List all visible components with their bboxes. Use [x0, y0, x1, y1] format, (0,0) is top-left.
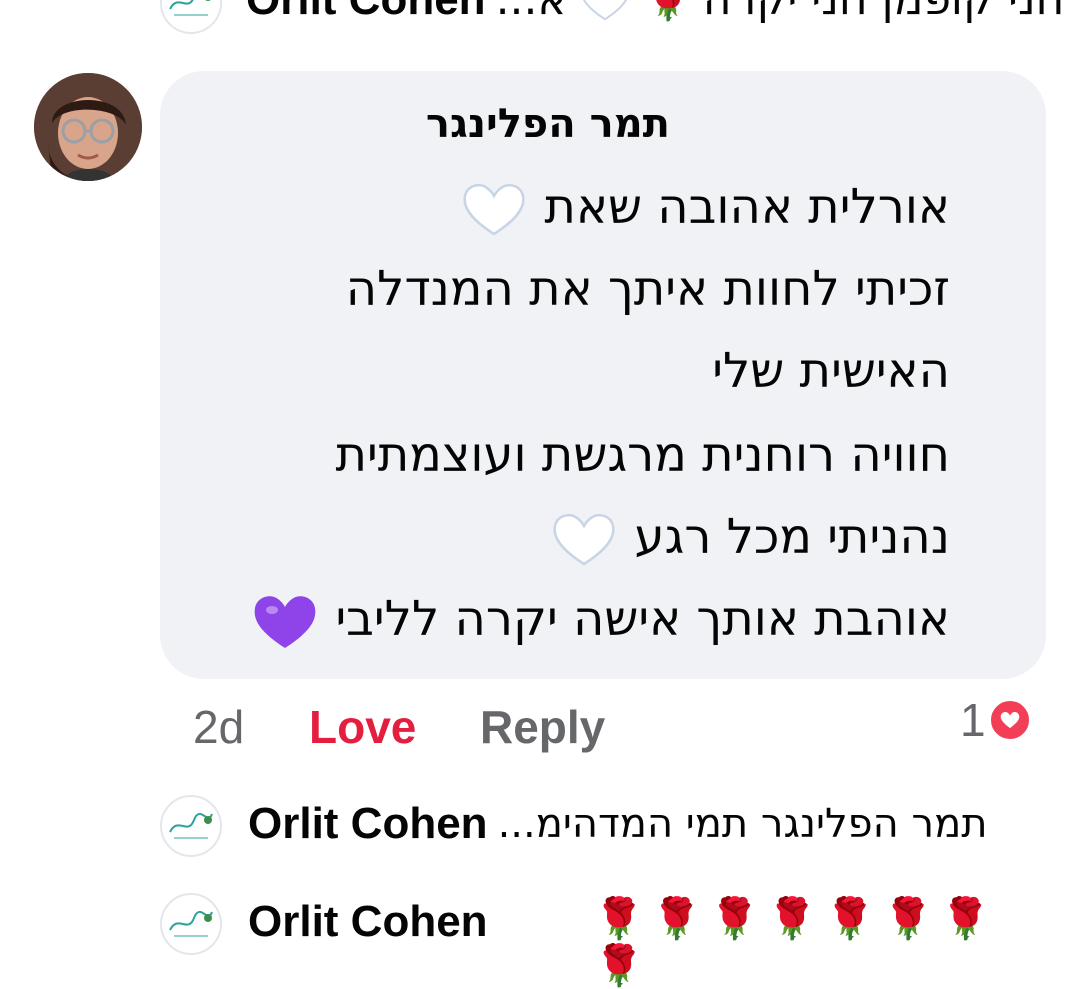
- orlit-logo-icon: [169, 911, 213, 937]
- reply-top-content: Orlit Cohen א... 🌹 חני קופמן חני יקרה: [246, 0, 1064, 25]
- orlit-logo-icon: [169, 0, 211, 16]
- orlit-logo-icon: [169, 813, 213, 839]
- orlit-avatar[interactable]: [160, 0, 222, 34]
- orlit-avatar[interactable]: [160, 795, 222, 857]
- reaction-summary[interactable]: 1: [960, 693, 1032, 747]
- roses-row: 🌹🌹🌹🌹🌹🌹🌹🌹: [594, 896, 999, 989]
- white-heart-icon: [463, 184, 525, 236]
- comment-timestamp[interactable]: 2d: [193, 700, 244, 754]
- comment-bubble: תמר הפלינגר אורלית אהובה שאת זכיתי לחוות…: [160, 71, 1046, 679]
- reply-author[interactable]: Orlit Cohen: [246, 0, 486, 25]
- comment-line-4: חוויה רוחנית מרגשת ועוצמתית: [335, 427, 950, 483]
- reply-button[interactable]: Reply: [480, 700, 605, 754]
- comment-author[interactable]: תמר הפלינגר: [190, 101, 670, 147]
- comment-line-2: זכיתי לחוות איתך את המנדלה: [345, 261, 950, 317]
- rose-icon: 🌹: [642, 0, 693, 23]
- love-button[interactable]: Love: [309, 700, 416, 754]
- reply-1: Orlit Cohen תמר הפלינגר תמי המדהימ...: [160, 795, 1050, 859]
- reply-2-content: Orlit Cohen: [248, 897, 488, 947]
- reply-text: חני קופמן חני יקרה: [703, 0, 1065, 25]
- comment-line-5: נהניתי מכל רגע: [190, 509, 950, 570]
- orlit-avatar[interactable]: [160, 893, 222, 955]
- reply-2: Orlit Cohen 🌹🌹🌹🌹🌹🌹🌹🌹: [160, 893, 1050, 989]
- commenter-avatar[interactable]: [34, 73, 142, 181]
- comment-line-3: האישית שלי: [712, 343, 950, 399]
- reply-1-content: Orlit Cohen תמר הפלינגר תמי המדהימ...: [248, 799, 988, 849]
- purple-heart-icon: [254, 596, 316, 648]
- reaction-count: 1: [960, 694, 986, 746]
- white-heart-icon: [583, 0, 627, 20]
- comment-line-1: אורלית אהובה שאת: [190, 179, 950, 240]
- comment-line-6: אוהבת אותך אישה יקרה לליבי: [190, 591, 950, 652]
- commenter-photo: [34, 73, 142, 181]
- reply-top: Orlit Cohen א... 🌹 חני קופמן חני יקרה: [160, 0, 1064, 36]
- reply-author[interactable]: Orlit Cohen: [248, 897, 488, 947]
- reply-text-prefix: א...: [496, 0, 567, 25]
- love-reaction-icon: [987, 698, 1032, 742]
- reply-text: תמר הפלינגר תמי המדהימ...: [497, 801, 988, 847]
- white-heart-icon: [553, 514, 615, 566]
- reply-author[interactable]: Orlit Cohen: [248, 799, 488, 849]
